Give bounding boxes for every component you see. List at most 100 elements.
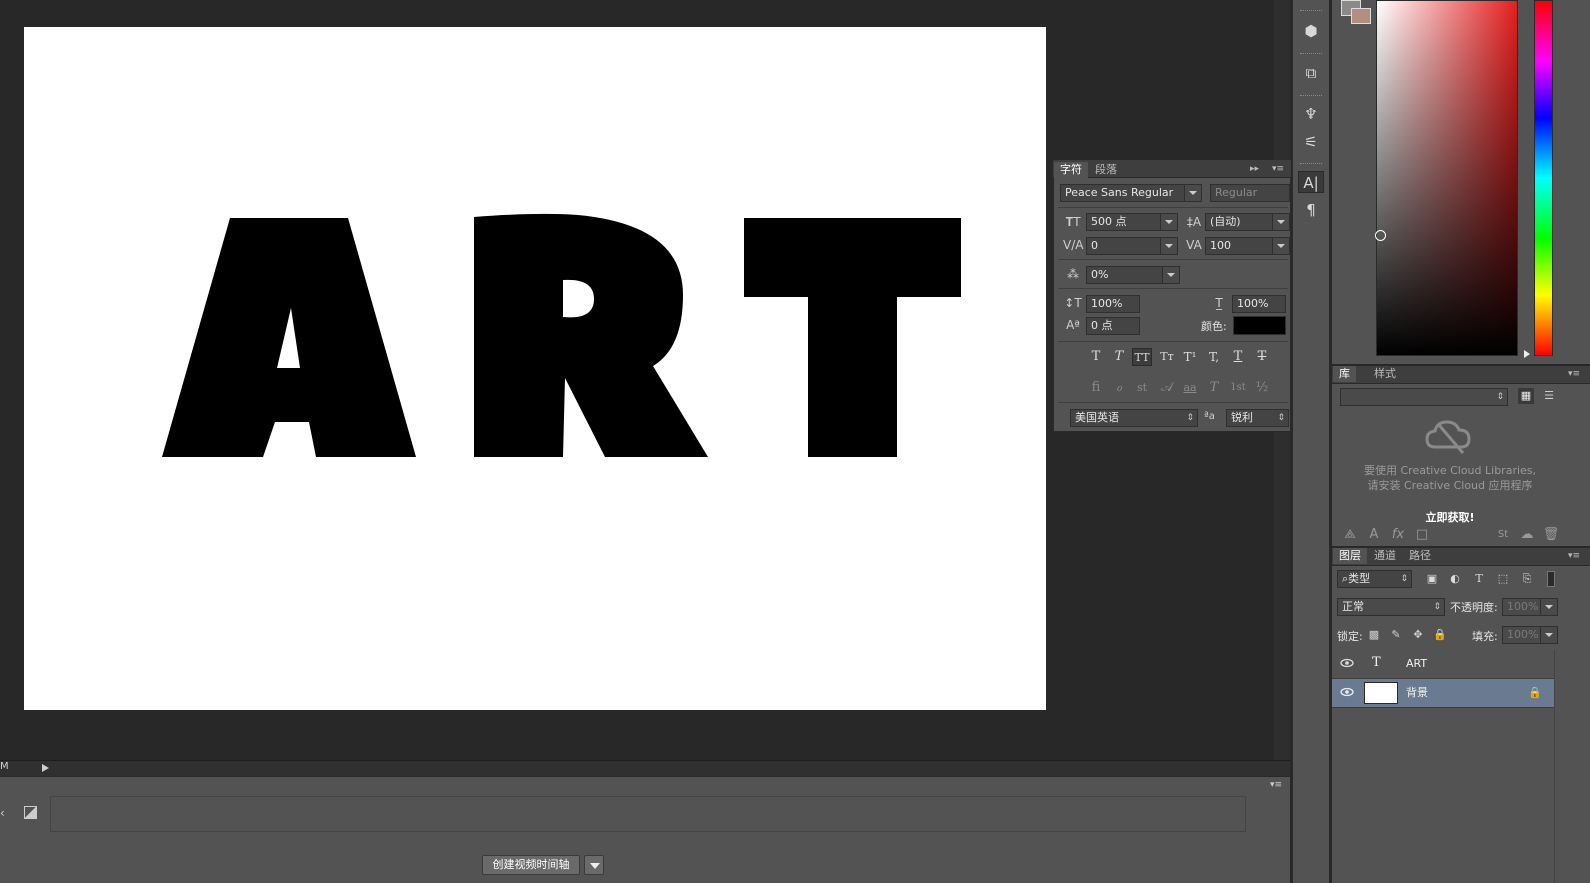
- adobe-stock-icon[interactable]: St: [1493, 527, 1513, 543]
- color-picker-cursor[interactable]: [1375, 230, 1386, 241]
- color-picker-field[interactable]: [1376, 0, 1518, 356]
- blend-mode-select[interactable]: 正常: [1337, 598, 1445, 616]
- filter-pixel-layers-icon[interactable]: ▣: [1423, 571, 1441, 587]
- tab-layers[interactable]: 图层: [1333, 548, 1367, 564]
- eye-icon[interactable]: [1340, 656, 1354, 670]
- faux-italic-button[interactable]: T: [1109, 348, 1129, 366]
- horizontal-scale-field[interactable]: 100%: [1232, 295, 1286, 313]
- lock-all-icon[interactable]: 🔒: [1432, 627, 1448, 643]
- stylistic-alternates-button[interactable]: aa: [1180, 379, 1200, 397]
- tab-styles[interactable]: 样式: [1368, 366, 1402, 382]
- antialias-select[interactable]: 锐利: [1226, 409, 1289, 427]
- hue-slider[interactable]: [1534, 0, 1553, 356]
- tab-character[interactable]: 字符: [1054, 162, 1088, 178]
- filter-smart-objects-icon[interactable]: ⎘: [1518, 571, 1536, 587]
- libraries-panel-menu-icon[interactable]: ▾≡: [1568, 369, 1580, 379]
- eye-icon[interactable]: [1340, 685, 1354, 699]
- filter-shape-layers-icon[interactable]: ⬚: [1494, 571, 1512, 587]
- subscript-button[interactable]: T,: [1204, 348, 1224, 366]
- superscript-button[interactable]: T¹: [1180, 348, 1200, 366]
- background-color-swatch[interactable]: [1351, 8, 1371, 24]
- kerning-select[interactable]: 0: [1086, 237, 1178, 255]
- tsume-select[interactable]: 0%: [1086, 266, 1180, 284]
- timeline-render-icon[interactable]: [24, 806, 37, 819]
- layer-filter-kind-select[interactable]: ⌕类型: [1337, 570, 1412, 588]
- create-video-timeline-button[interactable]: 创建视频时间轴: [482, 855, 580, 875]
- timeline-back-icon[interactable]: ‹: [0, 806, 5, 820]
- lock-transparent-pixels-icon[interactable]: ▩: [1366, 627, 1382, 643]
- tracking-select[interactable]: 100: [1205, 237, 1290, 255]
- layer-thumbnail: [1364, 682, 1398, 704]
- vertical-scale-field[interactable]: 100%: [1086, 295, 1140, 313]
- strip-grip[interactable]: [1300, 10, 1322, 14]
- small-caps-button[interactable]: Tт: [1157, 348, 1177, 366]
- leading-select[interactable]: (自动): [1205, 213, 1290, 231]
- add-graphic-icon[interactable]: ⟁: [1340, 527, 1360, 543]
- opacity-label: 不透明度:: [1450, 601, 1498, 614]
- discretionary-ligatures-button[interactable]: st: [1132, 379, 1152, 397]
- add-character-style-icon[interactable]: A: [1364, 527, 1384, 543]
- grid-view-icon[interactable]: ▦: [1518, 388, 1534, 404]
- trash-icon[interactable]: 🗑: [1541, 527, 1561, 543]
- font-size-select[interactable]: 500 点: [1086, 213, 1178, 231]
- collapse-panel-icon[interactable]: ▸▸: [1250, 164, 1259, 174]
- library-select[interactable]: [1340, 388, 1508, 406]
- character-panel-icon[interactable]: A|: [1298, 171, 1324, 193]
- tab-paragraph[interactable]: 段落: [1089, 162, 1123, 178]
- status-menu-arrow-icon[interactable]: [42, 764, 49, 772]
- layer-row-background[interactable]: 背景 🔒: [1332, 679, 1554, 708]
- swash-button[interactable]: 𝒜: [1157, 379, 1177, 397]
- paragraph-panel-icon[interactable]: ¶: [1298, 199, 1324, 221]
- add-color-icon[interactable]: □: [1412, 527, 1432, 543]
- strip-grip[interactable]: [1300, 163, 1322, 167]
- cloud-sync-icon[interactable]: ☁: [1517, 527, 1537, 543]
- character-panel-menu-icon[interactable]: ▾≡: [1272, 164, 1284, 174]
- language-select[interactable]: 美国英语: [1070, 409, 1198, 427]
- underline-button[interactable]: T: [1228, 348, 1248, 366]
- faux-bold-button[interactable]: T: [1086, 348, 1106, 366]
- ligatures-button[interactable]: ﬁ: [1086, 379, 1106, 397]
- contextual-alternates-button[interactable]: ℴ: [1109, 379, 1129, 397]
- fractions-button[interactable]: ½: [1252, 379, 1272, 397]
- tab-libraries[interactable]: 库: [1333, 366, 1356, 382]
- brush-presets-icon[interactable]: ♆: [1298, 103, 1324, 125]
- font-family-select[interactable]: Peace Sans Regular: [1060, 184, 1202, 202]
- get-it-now-link[interactable]: 立即获取!: [1340, 509, 1560, 525]
- baseline-shift-field[interactable]: 0 点: [1086, 317, 1140, 335]
- timeline-panel-menu-icon[interactable]: ▾≡: [1270, 780, 1286, 790]
- 3d-icon[interactable]: ⬢: [1298, 20, 1324, 42]
- filter-toggle-icon[interactable]: [1547, 571, 1555, 587]
- add-layer-style-icon[interactable]: fx: [1388, 527, 1408, 543]
- timeline-mode-dropdown[interactable]: [584, 855, 604, 875]
- hue-slider-marker-icon[interactable]: [1524, 350, 1530, 358]
- ordinals-button[interactable]: 1st: [1228, 379, 1248, 397]
- layers-scrollbar[interactable]: [1554, 650, 1590, 883]
- font-style-select[interactable]: Regular: [1210, 184, 1290, 202]
- layers-panel-menu-icon[interactable]: ▾≡: [1568, 551, 1580, 561]
- brush-settings-icon[interactable]: ⚟: [1298, 131, 1324, 153]
- lock-image-pixels-icon[interactable]: ✎: [1388, 627, 1404, 643]
- list-view-icon[interactable]: ☰: [1541, 388, 1557, 404]
- opacity-field[interactable]: 100%: [1502, 598, 1558, 616]
- all-caps-button[interactable]: TT: [1132, 348, 1152, 366]
- timeline-track-area[interactable]: [50, 796, 1246, 832]
- layer-name[interactable]: 背景: [1406, 679, 1428, 707]
- titling-alternates-button[interactable]: T: [1204, 379, 1224, 397]
- strip-grip[interactable]: [1300, 95, 1322, 99]
- horizontal-scale-icon: T̲: [1215, 296, 1223, 310]
- fill-field[interactable]: 100%: [1502, 626, 1558, 644]
- strip-grip[interactable]: [1300, 53, 1322, 57]
- text-color-swatch[interactable]: [1233, 316, 1286, 335]
- filter-adjustment-layers-icon[interactable]: ◐: [1446, 571, 1464, 587]
- strikethrough-button[interactable]: T: [1252, 348, 1272, 366]
- tab-paths[interactable]: 路径: [1403, 548, 1437, 564]
- lock-position-icon[interactable]: ✥: [1410, 627, 1426, 643]
- tab-channels[interactable]: 通道: [1368, 548, 1402, 564]
- creative-cloud-icon: [1425, 420, 1471, 454]
- art-text-layer[interactable]: [138, 170, 998, 500]
- filter-type-layers-icon[interactable]: T: [1470, 571, 1488, 587]
- layer-row-art[interactable]: T ART: [1332, 650, 1554, 679]
- clone-source-icon[interactable]: ⧉: [1298, 62, 1324, 84]
- layer-name[interactable]: ART: [1406, 650, 1427, 678]
- canvas-horizontal-scrollbar[interactable]: [0, 760, 1290, 776]
